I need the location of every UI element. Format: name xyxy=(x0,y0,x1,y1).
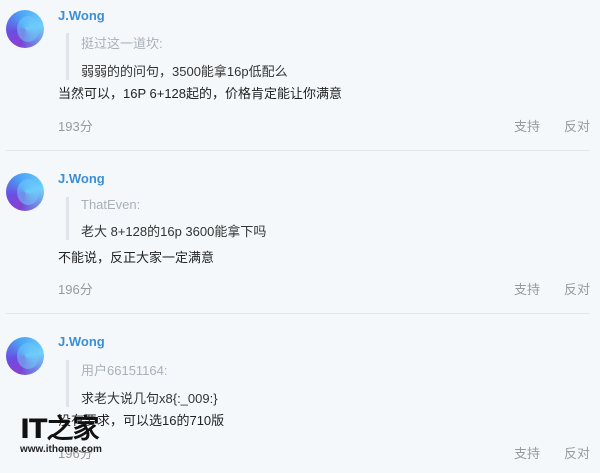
username[interactable]: J.Wong xyxy=(58,171,105,186)
score: 193分 xyxy=(58,119,93,134)
username[interactable]: J.Wong xyxy=(58,8,105,23)
oppose-button[interactable]: 反对 xyxy=(564,116,590,135)
oppose-button[interactable]: 反对 xyxy=(564,279,590,298)
comment-text: 不能说，反正大家一定满意 xyxy=(58,250,215,265)
quoted-comment: 挺过这一道坎: 弱弱的的问句，3500能拿16p低配么 xyxy=(66,33,596,80)
avatar[interactable] xyxy=(6,10,44,48)
oppose-button[interactable]: 反对 xyxy=(564,443,590,462)
quote-text: 弱弱的的问句，3500能拿16p低配么 xyxy=(81,64,288,79)
quote-author: ThatEven: xyxy=(81,197,141,212)
quote-text: 求老大说几句x8{:_009:} xyxy=(81,391,218,406)
support-button[interactable]: 支持 xyxy=(514,116,540,135)
watermark-url: www.ithome.com xyxy=(20,444,102,455)
avatar[interactable] xyxy=(6,173,44,211)
quote-author: 用户66151164: xyxy=(81,363,168,378)
quoted-comment: ThatEven: 老大 8+128的16p 3600能拿下吗 xyxy=(66,197,596,240)
avatar[interactable] xyxy=(6,337,44,375)
support-button[interactable]: 支持 xyxy=(514,443,540,462)
score: 196分 xyxy=(58,282,93,297)
quote-author: 挺过这一道坎: xyxy=(81,36,163,51)
divider xyxy=(6,313,590,314)
watermark: IT之家 www.ithome.com xyxy=(20,407,106,469)
divider xyxy=(6,150,590,151)
watermark-logo: IT之家 xyxy=(20,414,99,445)
username[interactable]: J.Wong xyxy=(58,334,105,349)
quoted-comment: 用户66151164: 求老大说几句x8{:_009:} xyxy=(66,360,596,407)
comment-text: 当然可以，16P 6+128起的，价格肯定能让你满意 xyxy=(58,86,343,101)
quote-text: 老大 8+128的16p 3600能拿下吗 xyxy=(81,224,267,239)
support-button[interactable]: 支持 xyxy=(514,279,540,298)
